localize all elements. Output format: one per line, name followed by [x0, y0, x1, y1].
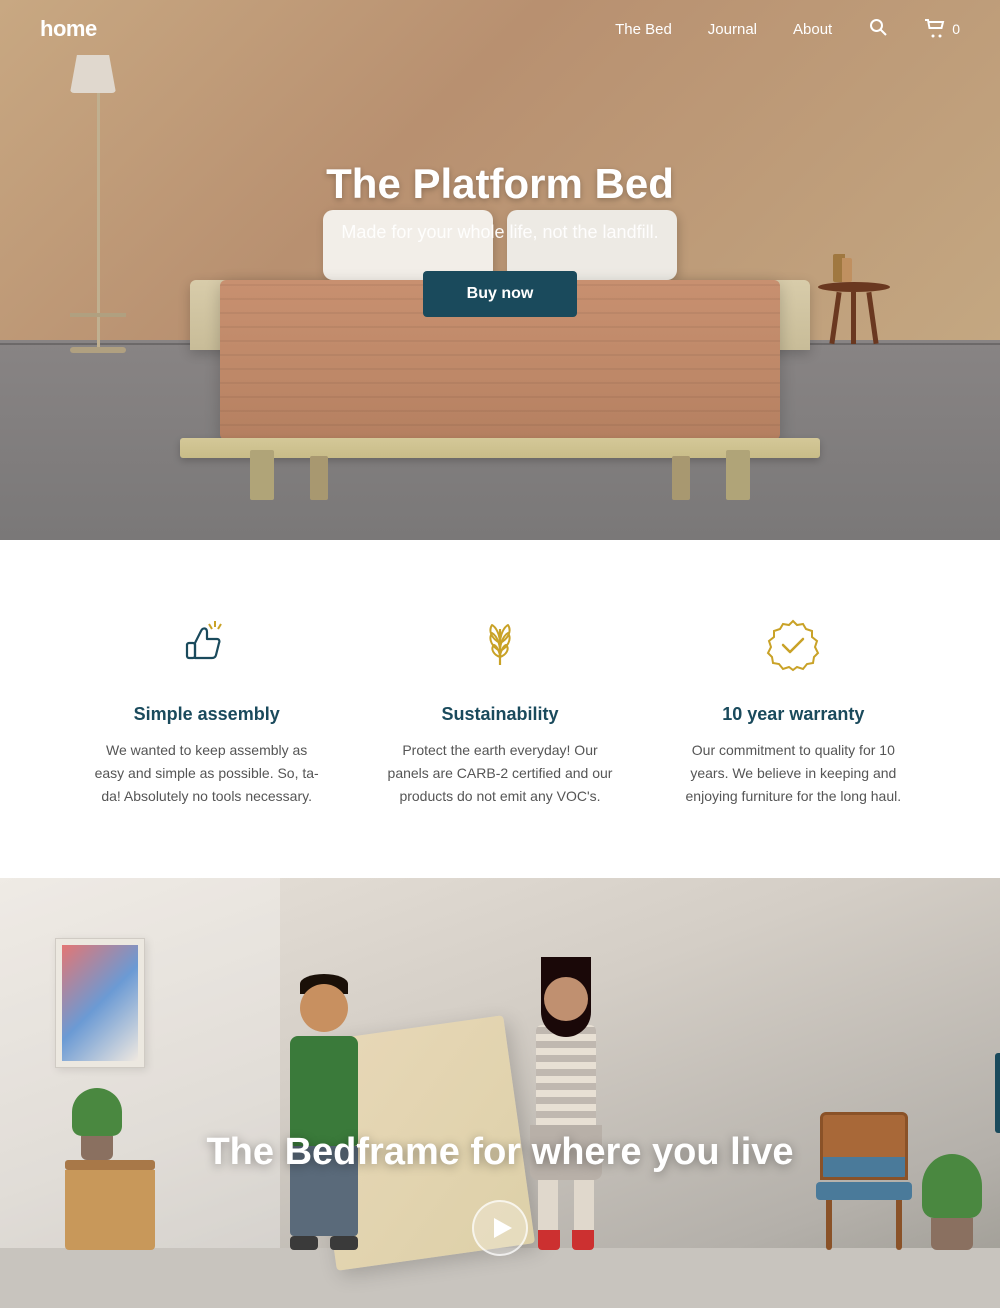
cart-count: 0 — [952, 21, 960, 37]
feature-warranty: 10 year warranty Our commitment to quali… — [647, 610, 940, 808]
chair-right — [820, 1112, 912, 1250]
lamp — [70, 55, 126, 353]
feature-sustainability-desc: Protect the earth everyday! Our panels a… — [383, 739, 616, 808]
side-table-top-right — [818, 282, 890, 292]
bed-leg-br — [672, 456, 690, 500]
lamp-foot — [70, 347, 126, 353]
wall-art-content — [62, 945, 138, 1061]
side-table-right — [818, 282, 890, 344]
feature-assembly-desc: We wanted to keep assembly as easy and s… — [90, 739, 323, 808]
search-icon — [868, 17, 888, 37]
side-table-legs-right — [818, 292, 890, 344]
hero-subtitle: Made for your whole life, not the landfi… — [200, 222, 800, 243]
bed-leg-fr — [726, 450, 750, 500]
nav-link-about[interactable]: About — [793, 21, 832, 38]
feature-warranty-desc: Our commitment to quality for 10 years. … — [677, 739, 910, 808]
search-button[interactable] — [868, 17, 888, 42]
buy-now-button[interactable]: Buy now — [423, 271, 578, 317]
nav-link-the-bed[interactable]: The Bed — [615, 21, 672, 38]
cart-button[interactable]: 0 — [924, 19, 960, 39]
hero-title: The Platform Bed — [200, 160, 800, 208]
feature-sustainability: Sustainability Protect the earth everyda… — [353, 610, 646, 808]
play-triangle-icon — [494, 1218, 512, 1238]
wall-art-frame — [55, 938, 145, 1068]
scroll-indicator[interactable] — [995, 1053, 1000, 1133]
bed-leg-fl — [250, 450, 274, 500]
feature-assembly: Simple assembly We wanted to keep assemb… — [60, 610, 353, 808]
lamp-base-v — [97, 317, 100, 347]
video-section: The Bedframe for where you live — [0, 878, 1000, 1308]
feature-warranty-title: 10 year warranty — [677, 704, 910, 725]
features-section: Simple assembly We wanted to keep assemb… — [0, 540, 1000, 878]
lamp-shade — [70, 55, 116, 93]
nav-link-journal[interactable]: Journal — [708, 21, 757, 38]
plant-video-right — [922, 1154, 982, 1250]
hero-section: The Platform Bed Made for your whole lif… — [0, 0, 1000, 540]
thumbs-up-icon — [172, 610, 242, 680]
bed-leg-bl — [310, 456, 328, 500]
navigation: home The Bed Journal About 0 — [0, 0, 1000, 58]
nav-links: The Bed Journal About 0 — [615, 17, 960, 42]
cart-icon — [924, 19, 946, 39]
feature-sustainability-title: Sustainability — [383, 704, 616, 725]
hero-content: The Platform Bed Made for your whole lif… — [200, 160, 800, 317]
feature-assembly-title: Simple assembly — [90, 704, 323, 725]
plant-nightstand — [72, 1088, 122, 1160]
shield-check-icon — [758, 610, 828, 680]
lamp-neck — [97, 93, 100, 313]
video-content: The Bedframe for where you live — [206, 1131, 793, 1308]
brand-logo[interactable]: home — [40, 16, 97, 42]
bed-platform — [180, 438, 820, 458]
nightstand-video-left — [65, 1160, 155, 1250]
plant-icon — [465, 610, 535, 680]
video-title: The Bedframe for where you live — [206, 1131, 793, 1174]
